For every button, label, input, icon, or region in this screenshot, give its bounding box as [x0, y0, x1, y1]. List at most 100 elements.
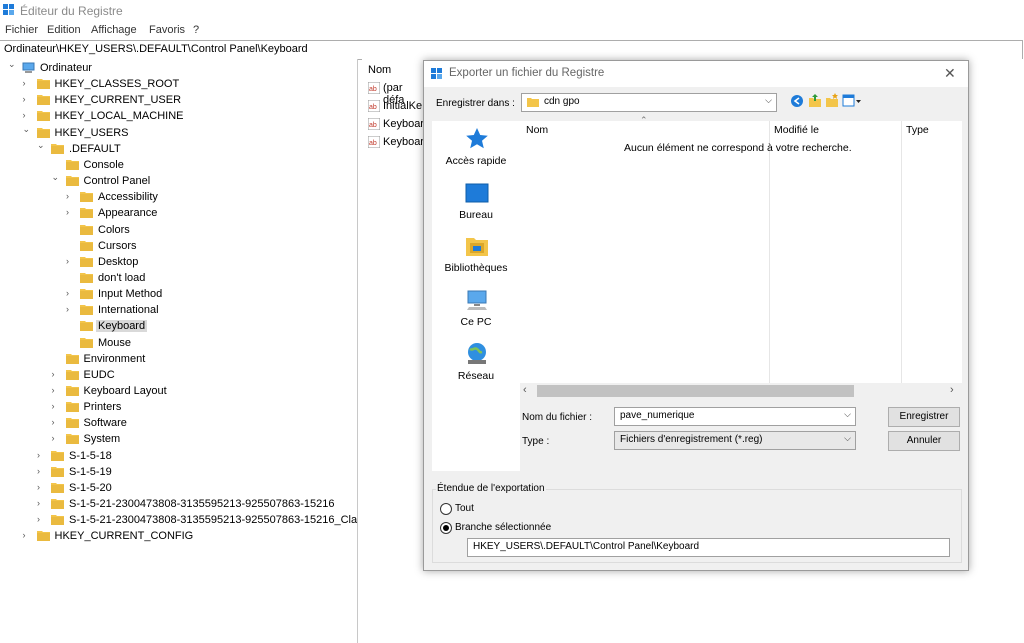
- chevron-right-icon[interactable]: ›: [23, 530, 31, 540]
- tree-node[interactable]: › Desktop: [0, 254, 357, 270]
- chevron-right-icon[interactable]: ›: [66, 191, 74, 201]
- chevron-right-icon[interactable]: ›: [37, 466, 45, 476]
- place-desktop[interactable]: Bureau: [432, 181, 520, 229]
- chevron-down-icon[interactable]: ⌄: [8, 59, 16, 69]
- save-button[interactable]: Enregistrer: [888, 407, 960, 427]
- tree-node[interactable]: › S-1-5-19: [0, 464, 357, 480]
- chevron-right-icon[interactable]: ›: [37, 450, 45, 460]
- place-libraries[interactable]: Bibliothèques: [432, 234, 520, 282]
- tree-node[interactable]: Mouse: [0, 335, 357, 351]
- chevron-right-icon[interactable]: ›: [23, 78, 31, 88]
- chevron-right-icon[interactable]: ›: [66, 207, 74, 217]
- tree-node[interactable]: › Keyboard Layout: [0, 383, 357, 399]
- tree-node[interactable]: › S-1-5-18: [0, 448, 357, 464]
- tree-node[interactable]: Keyboard: [0, 318, 357, 334]
- chevron-right-icon[interactable]: ›: [23, 110, 31, 120]
- folder-icon: [80, 321, 93, 332]
- chevron-down-icon[interactable]: ⌄: [52, 172, 60, 182]
- column-header-type[interactable]: Type: [906, 124, 929, 136]
- tree-node[interactable]: ⌄ Control Panel: [0, 172, 357, 189]
- file-type-dropdown[interactable]: Fichiers d'enregistrement (*.reg) ⌵: [614, 431, 856, 450]
- tree-node[interactable]: › International: [0, 302, 357, 318]
- close-icon[interactable]: ✕: [944, 65, 956, 82]
- tree-node[interactable]: › EUDC: [0, 367, 357, 383]
- chevron-down-icon[interactable]: ⌵: [844, 409, 851, 420]
- tree-node[interactable]: › HKEY_CURRENT_USER: [0, 92, 357, 108]
- back-icon[interactable]: [790, 94, 804, 108]
- chevron-down-icon[interactable]: ⌄: [23, 124, 31, 134]
- chevron-right-icon[interactable]: ›: [66, 256, 74, 266]
- tree-node[interactable]: Environment: [0, 351, 357, 367]
- tree-node[interactable]: Cursors: [0, 238, 357, 254]
- address-bar[interactable]: Ordinateur\HKEY_USERS\.DEFAULT\Control P…: [0, 40, 1023, 60]
- radio-selected-branch[interactable]: [440, 522, 452, 534]
- chevron-down-icon[interactable]: ⌄: [37, 140, 45, 150]
- branch-path-input[interactable]: HKEY_USERS\.DEFAULT\Control Panel\Keyboa…: [467, 538, 950, 557]
- folder-icon: [80, 224, 93, 235]
- tree-node[interactable]: Colors: [0, 222, 357, 238]
- file-list[interactable]: ⌃ Nom Modifié le Type Aucun élément ne c…: [520, 115, 962, 383]
- tree-node-label: Environment: [83, 352, 146, 365]
- view-menu-icon[interactable]: [842, 94, 862, 108]
- tree-node[interactable]: ⌄ .DEFAULT: [0, 140, 357, 157]
- radio-all[interactable]: [440, 503, 452, 515]
- radio-all-label[interactable]: Tout: [455, 503, 474, 514]
- menu-affichage[interactable]: Affichage: [91, 24, 137, 36]
- folder-icon: [65, 159, 79, 170]
- menu-favoris[interactable]: Favoris: [149, 24, 185, 36]
- tree-node[interactable]: › S-1-5-21-2300473808-3135595213-92550786…: [0, 512, 357, 528]
- up-folder-icon[interactable]: [808, 93, 822, 108]
- menu-bar: Fichier Edition Affichage Favoris ?: [0, 22, 1024, 40]
- column-header-modified[interactable]: Modifié le: [774, 124, 819, 136]
- menu-fichier[interactable]: Fichier: [5, 24, 38, 36]
- tree-node[interactable]: › HKEY_CLASSES_ROOT: [0, 76, 357, 92]
- tree-node[interactable]: › Printers: [0, 399, 357, 415]
- scroll-left-icon[interactable]: ‹: [523, 384, 527, 396]
- chevron-right-icon[interactable]: ›: [52, 417, 60, 427]
- cancel-button[interactable]: Annuler: [888, 431, 960, 451]
- chevron-right-icon[interactable]: ›: [52, 401, 60, 411]
- menu-help[interactable]: ?: [193, 24, 199, 36]
- chevron-right-icon[interactable]: ›: [23, 94, 31, 104]
- tree-node[interactable]: › Input Method: [0, 286, 357, 302]
- tree-node[interactable]: › Software: [0, 415, 357, 431]
- chevron-right-icon[interactable]: ›: [37, 482, 45, 492]
- chevron-right-icon[interactable]: ›: [66, 288, 74, 298]
- horizontal-scrollbar[interactable]: ‹ ›: [520, 383, 962, 399]
- chevron-right-icon[interactable]: ›: [37, 514, 45, 524]
- folder-icon: [80, 192, 93, 203]
- save-in-dropdown[interactable]: cdn gpo ⌵: [521, 93, 777, 112]
- tree-node[interactable]: › S-1-5-21-2300473808-3135595213-92550786…: [0, 496, 357, 512]
- tree-node[interactable]: › Accessibility: [0, 189, 357, 205]
- tree-node[interactable]: › HKEY_LOCAL_MACHINE: [0, 108, 357, 124]
- tree-node[interactable]: › System: [0, 431, 357, 447]
- tree-node[interactable]: › S-1-5-20: [0, 480, 357, 496]
- tree-node[interactable]: don't load: [0, 270, 357, 286]
- chevron-right-icon[interactable]: ›: [52, 385, 60, 395]
- tree-node[interactable]: ⌄ HKEY_USERS: [0, 124, 357, 141]
- dialog-title-bar: Exporter un fichier du Registre ✕: [424, 61, 968, 87]
- column-header-name[interactable]: Nom: [526, 124, 548, 136]
- chevron-right-icon[interactable]: ›: [66, 304, 74, 314]
- filename-input[interactable]: pave_numerique ⌵: [614, 407, 856, 426]
- desktop-icon: [465, 183, 489, 203]
- chevron-right-icon[interactable]: ›: [52, 369, 60, 379]
- tree-node[interactable]: ⌄ Ordinateur: [0, 59, 357, 76]
- menu-edition[interactable]: Edition: [47, 24, 81, 36]
- tree-node-label: Appearance: [98, 207, 158, 220]
- export-dialog: Exporter un fichier du Registre ✕ Enregi…: [423, 60, 969, 571]
- new-folder-icon[interactable]: [825, 93, 839, 108]
- radio-branch-label[interactable]: Branche sélectionnée: [455, 522, 551, 533]
- tree-node[interactable]: Console: [0, 157, 357, 173]
- scroll-thumb[interactable]: [537, 385, 854, 397]
- chevron-right-icon[interactable]: ›: [37, 498, 45, 508]
- scroll-right-icon[interactable]: ›: [950, 384, 954, 396]
- place-network[interactable]: Réseau: [432, 342, 520, 390]
- tree-node[interactable]: › Appearance: [0, 205, 357, 221]
- chevron-right-icon[interactable]: ›: [52, 433, 60, 443]
- tree-node[interactable]: › HKEY_CURRENT_CONFIG: [0, 528, 357, 544]
- column-header-name[interactable]: Nom: [368, 64, 391, 76]
- place-quick-access[interactable]: Accès rapide: [432, 127, 520, 175]
- place-this-pc[interactable]: Ce PC: [432, 288, 520, 336]
- registry-tree[interactable]: ⌄ Ordinateur › HKEY_CLASSES_ROOT › HKEY_CURRE…: [0, 59, 358, 643]
